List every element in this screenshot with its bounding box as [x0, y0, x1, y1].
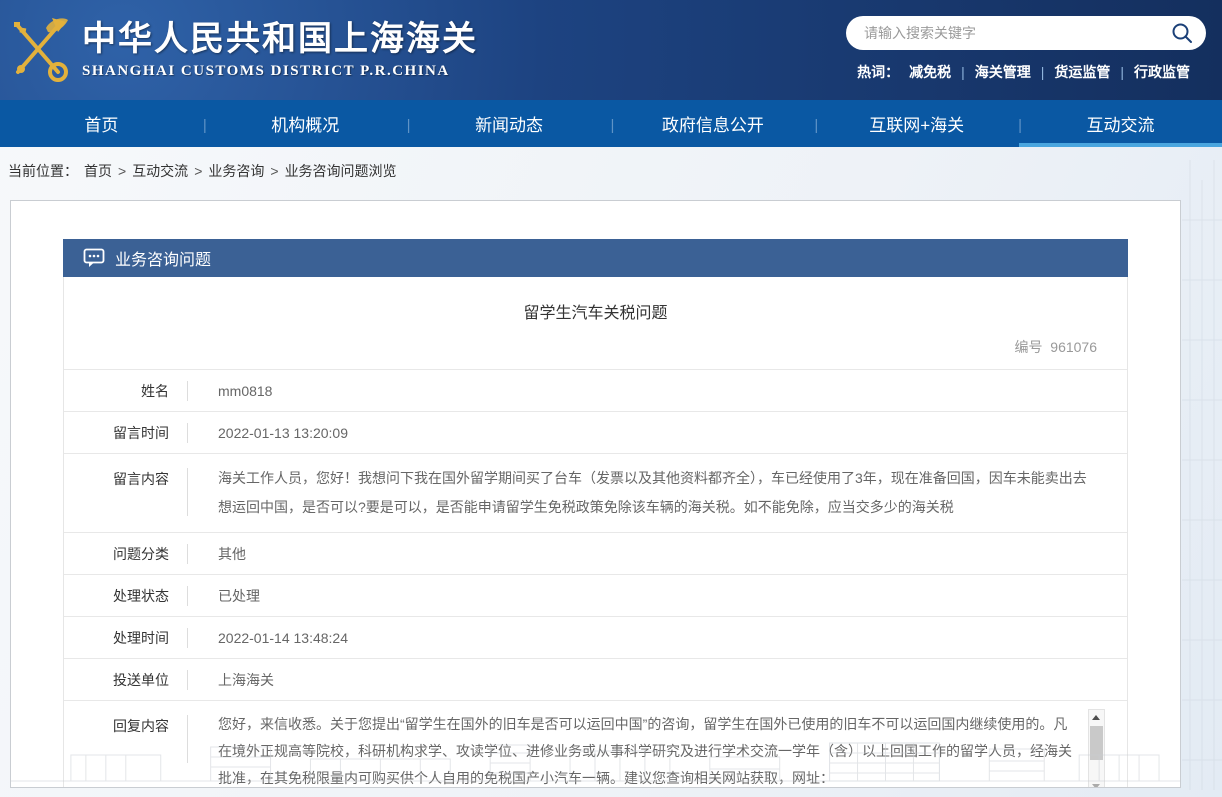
row-label: 问题分类 [113, 545, 169, 562]
scrollbar-thumb[interactable] [1090, 726, 1103, 760]
row-value: 其他 [218, 545, 246, 562]
number-value: 961076 [1050, 339, 1097, 355]
reply-text: 您好，来信收悉。关于您提出“留学生在国外的旧车是否可以运回中国”的咨询，留学生在… [218, 716, 1072, 786]
question-number: 编号 961076 [64, 323, 1127, 369]
reply-scrollbar[interactable] [1088, 709, 1105, 787]
hot-word-separator: | [961, 64, 965, 80]
header-right: 热词： 减免税 | 海关管理 | 货运监管 | 行政监管 [846, 16, 1208, 82]
row-value: 海关工作人员，您好！我想问下我在国外留学期间买了台车（发票以及其他资料都齐全），… [218, 470, 1087, 515]
panel-header: 业务咨询问题 [63, 239, 1128, 277]
row-value: mm0818 [218, 382, 273, 399]
search-box[interactable] [846, 16, 1206, 50]
table-row-unit: 投送单位 上海海关 [64, 658, 1127, 700]
table-row-category: 问题分类 其他 [64, 532, 1127, 574]
row-value: 2022-01-14 13:48:24 [218, 629, 348, 646]
row-value: 2022-01-13 13:20:09 [218, 424, 348, 441]
nav-item-home[interactable]: 首页 [0, 100, 203, 147]
row-value: 已处理 [218, 587, 260, 604]
skyline-watermark-right [1182, 160, 1222, 790]
table-row-status: 处理状态 已处理 [64, 574, 1127, 616]
row-divider [187, 669, 188, 690]
breadcrumb-link-consult[interactable]: 业务咨询 [208, 161, 264, 181]
customs-logo-icon [14, 18, 68, 82]
hot-words-bar: 热词： 减免税 | 海关管理 | 货运监管 | 行政监管 [846, 62, 1208, 82]
table-row-name: 姓名 mm0818 [64, 369, 1127, 411]
breadcrumb: 当前位置： 首页 > 互动交流 > 业务咨询 > 业务咨询问题浏览 [0, 147, 1222, 195]
site-title-block: 中华人民共和国上海海关 SHANGHAI CUSTOMS DISTRICT P.… [82, 20, 478, 80]
content-card: 业务咨询问题 留学生汽车关税问题 编号 961076 姓名 mm0818 留言时… [10, 200, 1181, 788]
breadcrumb-link-current[interactable]: 业务咨询问题浏览 [285, 161, 397, 181]
row-label: 处理时间 [113, 629, 169, 646]
breadcrumb-separator: > [194, 163, 203, 179]
breadcrumb-separator: > [118, 163, 127, 179]
hot-word-link[interactable]: 减免税 [909, 62, 951, 82]
scroll-up-arrow-icon[interactable] [1089, 710, 1104, 725]
reply-scroll-area[interactable]: 您好，来信收悉。关于您提出“留学生在国外的旧车是否可以运回中国”的咨询，留学生在… [218, 709, 1127, 787]
nav-item-gov-info[interactable]: 政府信息公开 [611, 100, 814, 147]
row-divider [187, 422, 188, 443]
row-divider [187, 380, 188, 401]
row-value: 上海海关 [218, 671, 274, 688]
breadcrumb-link-interaction[interactable]: 互动交流 [132, 161, 188, 181]
site-subtitle: SHANGHAI CUSTOMS DISTRICT P.R.CHINA [82, 63, 450, 80]
nav-item-overview[interactable]: 机构概况 [204, 100, 407, 147]
hot-word-link[interactable]: 海关管理 [975, 62, 1031, 82]
row-divider [187, 715, 188, 763]
search-icon [1172, 23, 1192, 43]
main-nav: 首页 | 机构概况 | 新闻动态 | 政府信息公开 | 互联网+海关 | 互动交… [0, 100, 1222, 147]
row-label: 留言内容 [113, 471, 169, 487]
table-row-message-time: 留言时间 2022-01-13 13:20:09 [64, 411, 1127, 453]
consult-panel: 业务咨询问题 留学生汽车关税问题 编号 961076 姓名 mm0818 留言时… [63, 239, 1128, 787]
scroll-down-arrow-icon[interactable] [1089, 779, 1104, 787]
hot-word-separator: | [1120, 64, 1124, 80]
chat-bubble-icon [83, 248, 105, 267]
table-row-reply-content: 回复内容 您好，来信收悉。关于您提出“留学生在国外的旧车是否可以运回中国”的咨询… [64, 700, 1127, 787]
site-title: 中华人民共和国上海海关 [82, 20, 478, 58]
table-row-handle-time: 处理时间 2022-01-14 13:48:24 [64, 616, 1127, 658]
nav-item-news[interactable]: 新闻动态 [408, 100, 611, 147]
breadcrumb-link-home[interactable]: 首页 [84, 161, 112, 181]
row-label: 处理状态 [113, 587, 169, 604]
nav-item-internet-customs[interactable]: 互联网+海关 [815, 100, 1018, 147]
number-label: 编号 [1014, 339, 1043, 355]
panel-title: 业务咨询问题 [115, 252, 212, 269]
breadcrumb-prefix: 当前位置： [8, 163, 78, 179]
row-divider [187, 468, 188, 516]
row-label: 姓名 [141, 382, 169, 399]
hot-word-link[interactable]: 行政监管 [1134, 62, 1190, 82]
search-input[interactable] [864, 25, 1170, 41]
nav-item-interaction[interactable]: 互动交流 [1019, 100, 1222, 147]
row-divider [187, 585, 188, 606]
search-button[interactable] [1170, 21, 1194, 45]
row-label: 留言时间 [113, 424, 169, 441]
row-divider [187, 627, 188, 648]
row-label: 回复内容 [113, 718, 169, 734]
table-row-message-content: 留言内容 海关工作人员，您好！我想问下我在国外留学期间买了台车（发票以及其他资料… [64, 453, 1127, 532]
row-divider [187, 543, 188, 564]
hot-word-separator: | [1040, 64, 1045, 80]
row-label: 投送单位 [113, 671, 169, 688]
breadcrumb-separator: > [270, 163, 279, 179]
hot-words-label: 热词： [857, 64, 900, 80]
panel-body: 留学生汽车关税问题 编号 961076 姓名 mm0818 留言时间 2022-… [63, 277, 1128, 787]
hot-word-link[interactable]: 货运监管 [1054, 62, 1110, 82]
site-header: 中华人民共和国上海海关 SHANGHAI CUSTOMS DISTRICT P.… [0, 0, 1222, 100]
question-title: 留学生汽车关税问题 [523, 305, 668, 322]
